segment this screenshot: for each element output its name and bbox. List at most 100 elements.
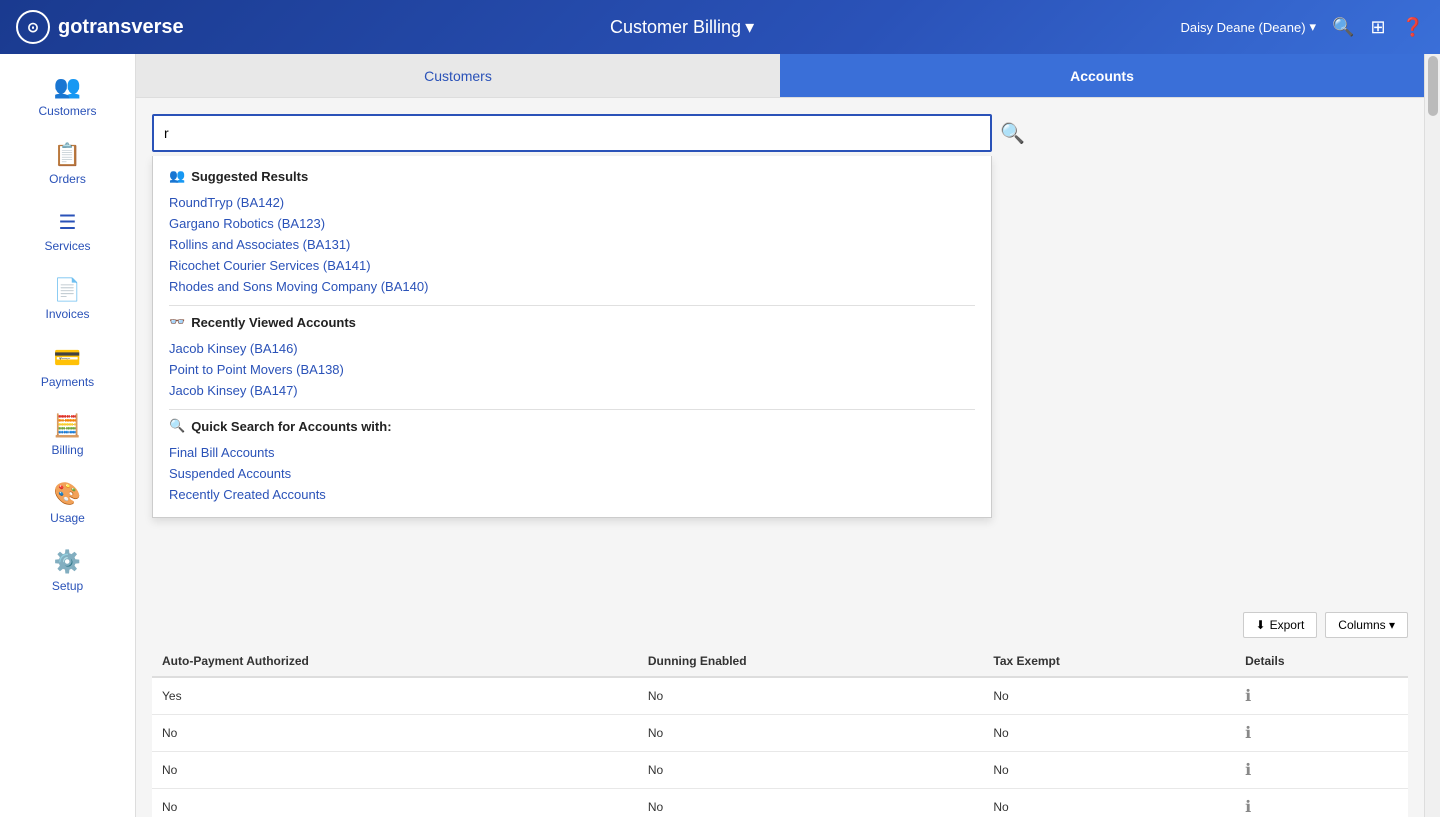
sidebar-item-payments[interactable]: 💳 Payments xyxy=(0,335,135,399)
accounts-table: Auto-Payment Authorized Dunning Enabled … xyxy=(152,646,1408,817)
sidebar-item-usage[interactable]: 🎨 Usage xyxy=(0,471,135,535)
suggested-item-2[interactable]: Rollins and Associates (BA131) xyxy=(169,234,975,255)
sidebar-item-services-label: Services xyxy=(44,239,90,253)
sidebar-item-orders-label: Orders xyxy=(49,172,86,186)
cell-details-1: ℹ xyxy=(1235,715,1408,752)
cell-dunning-2: No xyxy=(638,752,984,789)
scrollbar[interactable] xyxy=(1424,54,1440,817)
details-button-1[interactable]: ℹ xyxy=(1245,723,1251,743)
suggested-item-1[interactable]: Gargano Robotics (BA123) xyxy=(169,213,975,234)
quick-search-icon: 🔍 xyxy=(169,418,185,434)
sidebar-item-orders[interactable]: 📋 Orders xyxy=(0,132,135,196)
col-details: Details xyxy=(1235,646,1408,677)
cell-details-3: ℹ xyxy=(1235,789,1408,817)
content-area: 🔍 👥 Suggested Results RoundTryp (BA142) … xyxy=(136,98,1424,817)
recent-item-1[interactable]: Point to Point Movers (BA138) xyxy=(169,359,975,380)
table-toolbar: ⬇ Export Columns ▾ xyxy=(152,612,1408,638)
divider-2 xyxy=(169,409,975,410)
quick-item-2[interactable]: Recently Created Accounts xyxy=(169,484,975,505)
tab-bar: Customers Accounts xyxy=(136,54,1424,98)
suggested-title: 👥 Suggested Results xyxy=(169,168,975,184)
col-dunning: Dunning Enabled xyxy=(638,646,984,677)
scrollbar-thumb[interactable] xyxy=(1428,56,1438,116)
table-header-row: Auto-Payment Authorized Dunning Enabled … xyxy=(152,646,1408,677)
sidebar-item-invoices-label: Invoices xyxy=(45,307,89,321)
columns-button[interactable]: Columns ▾ xyxy=(1325,612,1408,638)
cell-auto-payment-2: No xyxy=(152,752,638,789)
search-button[interactable]: 🔍 xyxy=(1000,121,1025,146)
services-icon: ☰ xyxy=(59,210,77,235)
grid-icon[interactable]: ⊞ xyxy=(1370,17,1385,38)
cell-auto-payment-1: No xyxy=(152,715,638,752)
table-row: No No No ℹ xyxy=(152,715,1408,752)
quick-item-1[interactable]: Suspended Accounts xyxy=(169,463,975,484)
recent-icon: 👓 xyxy=(169,314,185,330)
col-auto-payment: Auto-Payment Authorized xyxy=(152,646,638,677)
sidebar-item-invoices[interactable]: 📄 Invoices xyxy=(0,267,135,331)
export-icon: ⬇ xyxy=(1256,618,1266,632)
table-row: Yes No No ℹ xyxy=(152,677,1408,715)
suggested-item-4[interactable]: Rhodes and Sons Moving Company (BA140) xyxy=(169,276,975,297)
help-icon[interactable]: ❓ xyxy=(1402,17,1424,38)
suggested-icon: 👥 xyxy=(169,168,185,184)
search-submit-icon: 🔍 xyxy=(1000,123,1025,145)
app-header: ⊙ gotransverse Customer Billing ▾ Daisy … xyxy=(0,0,1440,54)
app-title: Customer Billing ▾ xyxy=(184,17,1181,38)
cell-details-0: ℹ xyxy=(1235,677,1408,715)
quick-title: 🔍 Quick Search for Accounts with: xyxy=(169,418,975,434)
sidebar-item-customers[interactable]: 👥 Customers xyxy=(0,64,135,128)
setup-icon: ⚙️ xyxy=(54,549,81,575)
search-dropdown: 👥 Suggested Results RoundTryp (BA142) Ga… xyxy=(152,156,992,518)
cell-tax-exempt-0: No xyxy=(983,677,1235,715)
divider-1 xyxy=(169,305,975,306)
sidebar-item-setup-label: Setup xyxy=(52,579,83,593)
details-button-2[interactable]: ℹ xyxy=(1245,760,1251,780)
search-area: 🔍 👥 Suggested Results RoundTryp (BA142) … xyxy=(152,114,1408,152)
recent-title: 👓 Recently Viewed Accounts xyxy=(169,314,975,330)
sidebar-item-setup[interactable]: ⚙️ Setup xyxy=(0,539,135,603)
header-right: Daisy Deane (Deane) ▾ 🔍 ⊞ ❓ xyxy=(1181,17,1424,38)
quick-item-0[interactable]: Final Bill Accounts xyxy=(169,442,975,463)
col-tax-exempt: Tax Exempt xyxy=(983,646,1235,677)
cell-details-2: ℹ xyxy=(1235,752,1408,789)
cell-dunning-0: No xyxy=(638,677,984,715)
details-button-0[interactable]: ℹ xyxy=(1245,686,1251,706)
recent-item-0[interactable]: Jacob Kinsey (BA146) xyxy=(169,338,975,359)
cell-dunning-1: No xyxy=(638,715,984,752)
cell-tax-exempt-1: No xyxy=(983,715,1235,752)
main-layout: 👥 Customers 📋 Orders ☰ Services 📄 Invoic… xyxy=(0,54,1440,817)
cell-tax-exempt-3: No xyxy=(983,789,1235,817)
user-name: Daisy Deane (Deane) xyxy=(1181,20,1306,35)
logo[interactable]: ⊙ gotransverse xyxy=(16,10,184,44)
sidebar-item-usage-label: Usage xyxy=(50,511,85,525)
cell-auto-payment-3: No xyxy=(152,789,638,817)
cell-auto-payment-0: Yes xyxy=(152,677,638,715)
tab-accounts[interactable]: Accounts xyxy=(780,54,1424,97)
sidebar-item-billing-label: Billing xyxy=(51,443,83,457)
cell-tax-exempt-2: No xyxy=(983,752,1235,789)
logo-icon: ⊙ xyxy=(16,10,50,44)
suggested-item-0[interactable]: RoundTryp (BA142) xyxy=(169,192,975,213)
suggested-item-3[interactable]: Ricochet Courier Services (BA141) xyxy=(169,255,975,276)
main-content: Customers Accounts 🔍 👥 Suggested Resu xyxy=(136,54,1424,817)
table-row: No No No ℹ xyxy=(152,789,1408,817)
sidebar-item-billing[interactable]: 🧮 Billing xyxy=(0,403,135,467)
cell-dunning-3: No xyxy=(638,789,984,817)
tab-customers[interactable]: Customers xyxy=(136,54,780,97)
orders-icon: 📋 xyxy=(54,142,81,168)
search-input[interactable] xyxy=(152,114,992,152)
user-menu[interactable]: Daisy Deane (Deane) ▾ xyxy=(1181,19,1317,35)
table-row: No No No ℹ xyxy=(152,752,1408,789)
user-caret: ▾ xyxy=(1310,19,1317,35)
sidebar-item-services[interactable]: ☰ Services xyxy=(0,200,135,263)
recent-item-2[interactable]: Jacob Kinsey (BA147) xyxy=(169,380,975,401)
sidebar-item-customers-label: Customers xyxy=(38,104,96,118)
export-button[interactable]: ⬇ Export xyxy=(1243,612,1318,638)
search-icon[interactable]: 🔍 xyxy=(1332,17,1354,38)
title-text: Customer Billing xyxy=(610,17,741,38)
sidebar-item-payments-label: Payments xyxy=(41,375,94,389)
usage-icon: 🎨 xyxy=(54,481,81,507)
customers-icon: 👥 xyxy=(54,74,81,100)
details-button-3[interactable]: ℹ xyxy=(1245,797,1251,817)
logo-text: gotransverse xyxy=(58,16,184,39)
